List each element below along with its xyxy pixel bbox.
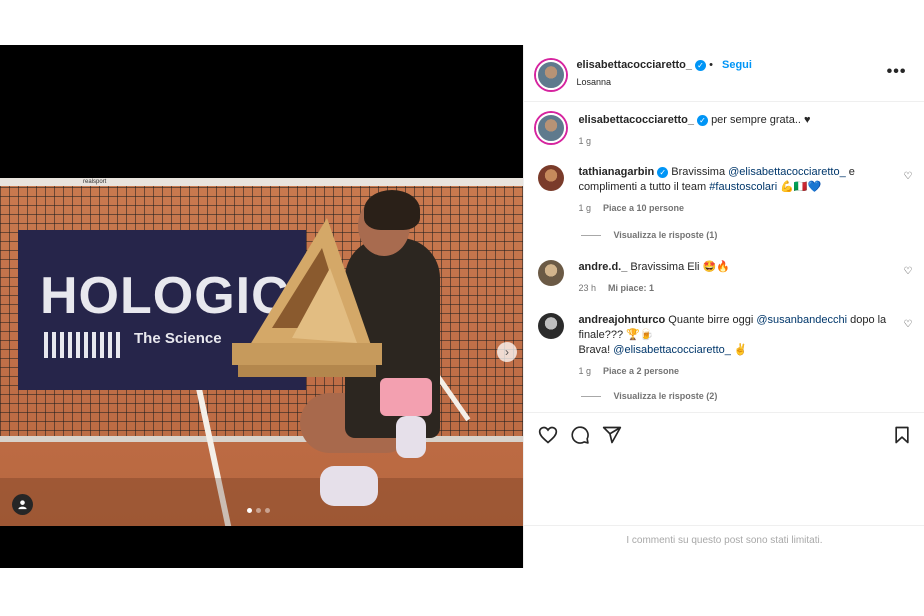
- author-info: elisabettacocciaretto_ ✓ • Segui Losanna: [576, 59, 752, 87]
- post-header: elisabettacocciaretto_ ✓ • Segui Losanna …: [524, 45, 924, 102]
- like-comment-icon[interactable]: ♡: [903, 264, 912, 279]
- caption-username[interactable]: elisabettacocciaretto_: [578, 114, 694, 126]
- comment-time: 1 g: [578, 203, 591, 213]
- comment-likes[interactable]: Piace a 2 persone: [603, 366, 679, 376]
- post-actions: [524, 412, 924, 526]
- mention-link[interactable]: @susanbandecchi: [756, 314, 847, 326]
- comment-time: 23 h: [578, 283, 596, 293]
- comment-username[interactable]: andre.d._: [578, 261, 627, 273]
- comment-body: tathianagarbin ✓ Bravissima @elisabettaco…: [578, 165, 898, 216]
- like-comment-icon[interactable]: ♡: [903, 317, 912, 332]
- player-shoe: [396, 416, 426, 458]
- tagged-users-button[interactable]: [12, 494, 33, 515]
- verified-icon: ✓: [697, 114, 708, 126]
- comment-icon[interactable]: [570, 425, 590, 445]
- comment-username[interactable]: tathianagarbin: [578, 166, 654, 178]
- save-icon[interactable]: [892, 425, 912, 445]
- player-shoe: [320, 466, 378, 506]
- share-icon[interactable]: [602, 425, 622, 445]
- comment-text-part: Quante birre oggi: [668, 314, 757, 326]
- author-avatar[interactable]: [536, 60, 567, 90]
- post-location[interactable]: Losanna: [576, 77, 752, 87]
- more-options-icon[interactable]: •••: [887, 63, 907, 81]
- net-brand: realsport: [83, 179, 107, 185]
- next-slide-button[interactable]: ›: [497, 342, 517, 362]
- comment-text-part: ✌: [730, 344, 748, 356]
- view-replies-button[interactable]: Visualizza le risposte (1): [581, 230, 717, 240]
- caption-text: per sempre grata.. ♥: [711, 114, 811, 126]
- mention-link[interactable]: @elisabettacocciaretto_: [728, 166, 846, 178]
- user-icon: [18, 500, 27, 510]
- comment-text-part: Brava!: [578, 344, 614, 356]
- post-media: realsport HOLOGIC The Science ›: [0, 45, 524, 568]
- banner-logo-bars: [44, 332, 124, 358]
- commenter-avatar[interactable]: [538, 313, 565, 339]
- comment-body: andreajohnturco Quante birre oggi @susan…: [578, 313, 898, 379]
- player-skirt: [380, 378, 432, 416]
- net-bottom: [0, 436, 524, 442]
- court-shadow: [0, 478, 524, 526]
- post-dialog: realsport HOLOGIC The Science › elisabet…: [0, 45, 924, 568]
- trophy-image: [232, 218, 382, 377]
- author-username[interactable]: elisabettacocciaretto_: [576, 59, 692, 71]
- view-replies-button[interactable]: Visualizza le risposte (2): [581, 391, 717, 401]
- net-band: [0, 178, 524, 186]
- slide-dot: [265, 508, 270, 513]
- comment-text: Bravissima Eli 🤩🔥: [630, 261, 730, 273]
- mention-link[interactable]: @elisabettacocciaretto_: [613, 344, 731, 356]
- chevron-right-icon: ›: [505, 345, 509, 359]
- heart-icon[interactable]: [538, 425, 558, 445]
- comment-likes[interactable]: Piace a 10 persone: [603, 203, 684, 213]
- comment-meta: 23 h Mi piace: 1: [578, 281, 898, 296]
- comment-username[interactable]: andreajohnturco: [578, 314, 665, 326]
- comment-time: 1 g: [578, 366, 591, 376]
- like-comment-icon[interactable]: ♡: [903, 169, 912, 184]
- comment-text-part: 💪🇮🇹💙: [777, 181, 822, 193]
- comment-meta: 1 g Piace a 10 persone: [578, 201, 898, 216]
- post-sidebar: elisabettacocciaretto_ ✓ • Segui Losanna …: [523, 45, 924, 568]
- follow-button[interactable]: Segui: [722, 59, 752, 71]
- comment-text-part: Bravissima: [671, 166, 729, 178]
- slide-dot: [247, 508, 252, 513]
- comments-limited-notice: I commenti su questo post sono stati lim…: [626, 535, 823, 546]
- verified-icon: ✓: [657, 166, 669, 178]
- commenter-avatar[interactable]: [538, 260, 565, 286]
- banner-subtitle: The Science: [134, 330, 222, 347]
- hashtag-link[interactable]: #faustoscolari: [709, 181, 777, 193]
- post-photo: realsport HOLOGIC The Science: [0, 178, 524, 526]
- caption-time: 1 g: [578, 136, 591, 146]
- slide-dot: [256, 508, 261, 513]
- caption-body: elisabettacocciaretto_ ✓ per sempre grata…: [578, 113, 898, 149]
- commenter-avatar[interactable]: [538, 165, 565, 191]
- comment-meta: 1 g Piace a 2 persone: [578, 364, 898, 379]
- author-avatar[interactable]: [536, 113, 567, 143]
- comment-body: andre.d._ Bravissima Eli 🤩🔥 23 h Mi piace…: [578, 260, 898, 296]
- slide-indicator: [247, 508, 270, 513]
- separator-dot: •: [709, 59, 713, 71]
- verified-icon: ✓: [695, 59, 706, 71]
- comment-likes[interactable]: Mi piace: 1: [608, 283, 654, 293]
